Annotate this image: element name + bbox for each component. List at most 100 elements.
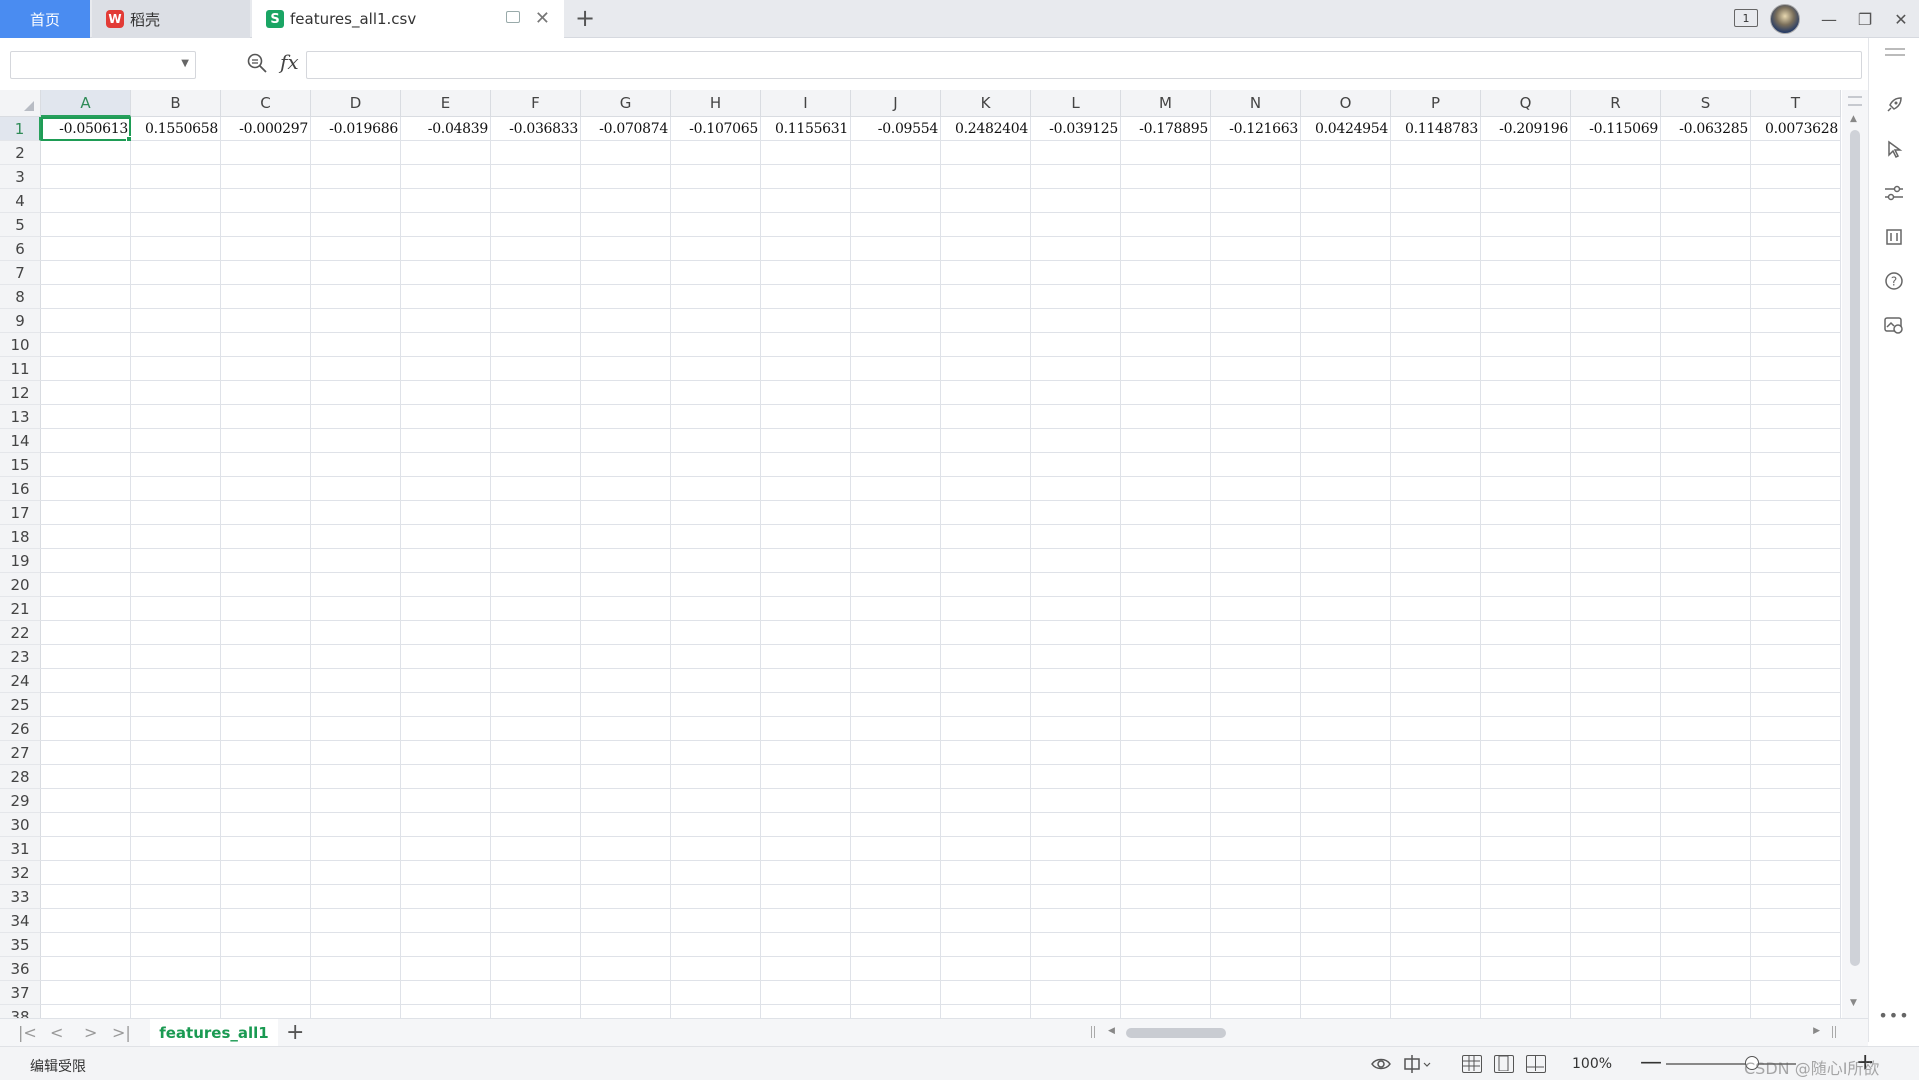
- row-header[interactable]: 13: [0, 405, 41, 429]
- new-tab-button[interactable]: +: [575, 4, 595, 32]
- row-header[interactable]: 8: [0, 285, 41, 309]
- sidebar-toggle-icon[interactable]: 1: [1734, 9, 1758, 27]
- row-header[interactable]: 28: [0, 765, 41, 789]
- eye-protection-icon[interactable]: [1370, 1054, 1392, 1074]
- last-sheet-icon[interactable]: >|: [112, 1023, 131, 1042]
- row-header[interactable]: 11: [0, 357, 41, 381]
- row-header[interactable]: 1: [0, 117, 41, 141]
- row-header[interactable]: 19: [0, 549, 41, 573]
- help-icon[interactable]: ?: [1881, 268, 1907, 294]
- row-header[interactable]: 35: [0, 933, 41, 957]
- zoom-out-button[interactable]: —: [1640, 1050, 1662, 1075]
- chevron-down-icon[interactable]: ▼: [181, 58, 189, 69]
- table-cell[interactable]: -0.000297: [221, 117, 311, 141]
- table-cell[interactable]: 0.0424954: [1301, 117, 1391, 141]
- filter-settings-icon[interactable]: [1881, 180, 1907, 206]
- row-header[interactable]: 23: [0, 645, 41, 669]
- add-sheet-button[interactable]: +: [286, 1020, 304, 1045]
- restore-button[interactable]: ❐: [1847, 10, 1883, 29]
- table-cell[interactable]: -0.209196: [1481, 117, 1571, 141]
- backup-icon[interactable]: [1881, 312, 1907, 338]
- column-header[interactable]: B: [131, 90, 221, 117]
- table-cell[interactable]: 0.0073628: [1751, 117, 1841, 141]
- column-header[interactable]: M: [1121, 90, 1211, 117]
- row-header[interactable]: 4: [0, 189, 41, 213]
- column-header[interactable]: E: [401, 90, 491, 117]
- table-cell[interactable]: -0.019686: [311, 117, 401, 141]
- row-header[interactable]: 29: [0, 789, 41, 813]
- column-header[interactable]: I: [761, 90, 851, 117]
- row-header[interactable]: 5: [0, 213, 41, 237]
- edit-restricted-status[interactable]: 编辑受限: [30, 1056, 86, 1076]
- table-cell[interactable]: 0.2482404: [941, 117, 1031, 141]
- input-method-icon[interactable]: [1402, 1054, 1432, 1074]
- column-header[interactable]: Q: [1481, 90, 1571, 117]
- more-icon[interactable]: •••: [1878, 1002, 1908, 1028]
- page-break-view-icon[interactable]: [1494, 1055, 1514, 1073]
- column-header[interactable]: S: [1661, 90, 1751, 117]
- scroll-right-icon[interactable]: ▶: [1813, 1026, 1820, 1036]
- table-cell[interactable]: 0.1148783: [1391, 117, 1481, 141]
- scroll-left-icon[interactable]: ◀: [1108, 1026, 1115, 1036]
- horizontal-scrollbar[interactable]: ◀ ▶: [1088, 1023, 1838, 1043]
- row-header[interactable]: 30: [0, 813, 41, 837]
- column-header[interactable]: A: [41, 90, 131, 117]
- row-header[interactable]: 17: [0, 501, 41, 525]
- table-cell[interactable]: -0.070874: [581, 117, 671, 141]
- pin-tab-icon[interactable]: [506, 11, 520, 23]
- row-header[interactable]: 33: [0, 885, 41, 909]
- insert-function-button[interactable]: fx: [280, 50, 299, 74]
- split-handle-icon[interactable]: [1091, 1026, 1095, 1038]
- row-header[interactable]: 32: [0, 861, 41, 885]
- row-header[interactable]: 9: [0, 309, 41, 333]
- table-cell[interactable]: -0.063285: [1661, 117, 1751, 141]
- table-cell[interactable]: 0.1155631: [761, 117, 851, 141]
- tab-features-csv[interactable]: S features_all1.csv ✕: [252, 0, 564, 38]
- column-header[interactable]: L: [1031, 90, 1121, 117]
- column-header[interactable]: D: [311, 90, 401, 117]
- transform-icon[interactable]: [1881, 224, 1907, 250]
- row-header[interactable]: 12: [0, 381, 41, 405]
- row-header[interactable]: 26: [0, 717, 41, 741]
- zoom-search-icon[interactable]: [246, 52, 268, 74]
- row-header[interactable]: 6: [0, 237, 41, 261]
- row-header[interactable]: 18: [0, 525, 41, 549]
- first-sheet-icon[interactable]: |<: [18, 1023, 37, 1042]
- column-header[interactable]: J: [851, 90, 941, 117]
- table-cell[interactable]: -0.050613: [41, 117, 131, 141]
- row-header[interactable]: 24: [0, 669, 41, 693]
- row-header[interactable]: 38: [0, 1005, 41, 1018]
- tab-home[interactable]: 首页: [0, 0, 90, 38]
- next-sheet-icon[interactable]: >: [84, 1023, 97, 1042]
- row-header[interactable]: 25: [0, 693, 41, 717]
- table-cell[interactable]: -0.178895: [1121, 117, 1211, 141]
- column-header[interactable]: P: [1391, 90, 1481, 117]
- select-icon[interactable]: [1881, 136, 1907, 162]
- table-cell[interactable]: -0.036833: [491, 117, 581, 141]
- row-header[interactable]: 10: [0, 333, 41, 357]
- page-layout-view-icon[interactable]: [1526, 1055, 1546, 1073]
- row-header[interactable]: 34: [0, 909, 41, 933]
- column-header[interactable]: O: [1301, 90, 1391, 117]
- cell-area[interactable]: -0.050613 0.1550658 -0.000297 -0.019686 -0.0…: [41, 117, 1841, 1018]
- column-header[interactable]: T: [1751, 90, 1841, 117]
- row-header[interactable]: 31: [0, 837, 41, 861]
- column-header[interactable]: K: [941, 90, 1031, 117]
- row-header[interactable]: 2: [0, 141, 41, 165]
- formula-input[interactable]: [306, 51, 1862, 79]
- row-header[interactable]: 27: [0, 741, 41, 765]
- row-header[interactable]: 21: [0, 597, 41, 621]
- table-cell[interactable]: -0.09554: [851, 117, 941, 141]
- select-all-corner[interactable]: [0, 90, 41, 117]
- table-cell[interactable]: -0.107065: [671, 117, 761, 141]
- minimize-button[interactable]: —: [1811, 10, 1847, 29]
- table-cell[interactable]: -0.039125: [1031, 117, 1121, 141]
- zoom-level-dropdown[interactable]: 100%: [1572, 1056, 1612, 1072]
- close-window-button[interactable]: ✕: [1883, 10, 1919, 29]
- row-header[interactable]: 15: [0, 453, 41, 477]
- prev-sheet-icon[interactable]: <: [50, 1023, 63, 1042]
- close-tab-icon[interactable]: ✕: [535, 8, 550, 29]
- column-header[interactable]: C: [221, 90, 311, 117]
- row-header[interactable]: 7: [0, 261, 41, 285]
- tab-daoke[interactable]: W 稻壳: [92, 0, 250, 38]
